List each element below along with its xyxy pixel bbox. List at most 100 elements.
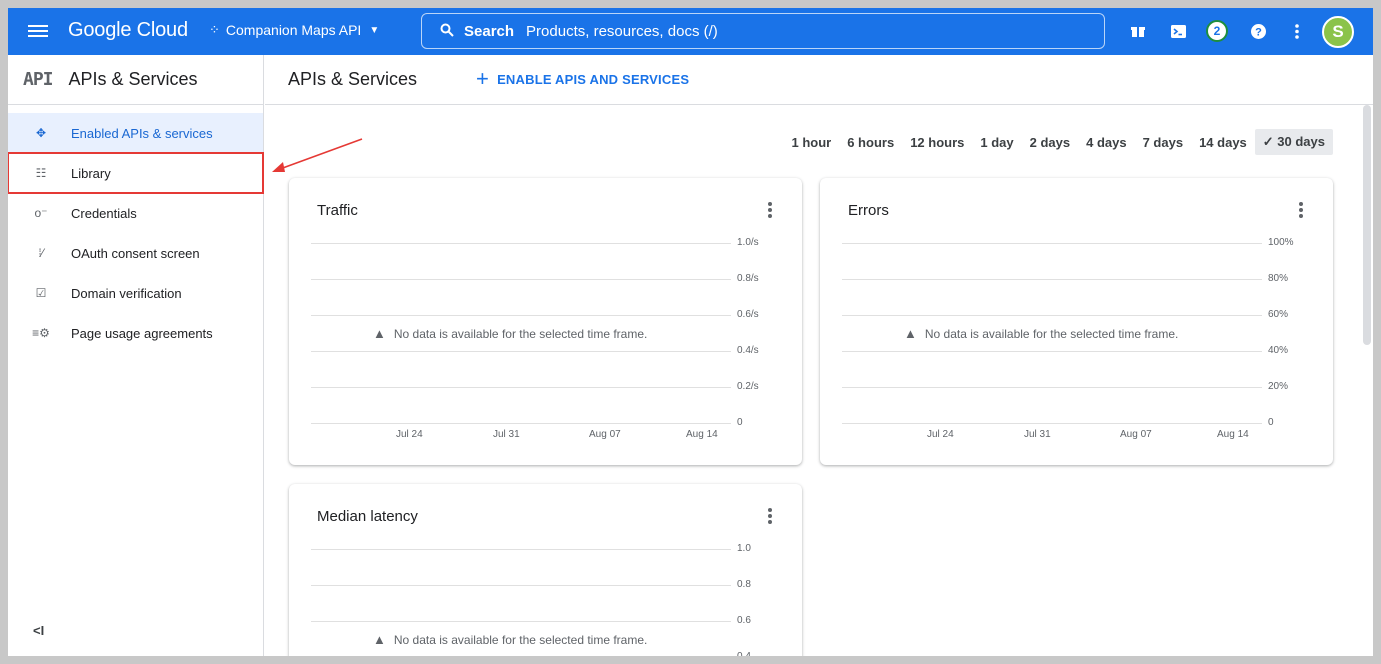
check-icon: ✓ — [1262, 134, 1278, 149]
no-data-message: ▲ No data is available for the selected … — [904, 326, 1178, 341]
sidebar-item-oauth-consent[interactable]: ⁞⁄ OAuth consent screen — [8, 233, 263, 273]
account-avatar[interactable]: S — [1322, 16, 1354, 48]
project-icon: ⁘ — [209, 22, 220, 37]
page-title: APIs & Services — [288, 69, 418, 89]
y-tick-label: 0.4/s — [737, 345, 759, 356]
sidebar-item-label: Page usage agreements — [71, 325, 213, 341]
svg-text:?: ? — [1255, 26, 1262, 38]
time-option-7-days[interactable]: 7 days — [1135, 130, 1191, 155]
sidebar-item-label: Credentials — [71, 205, 137, 221]
grid-line — [311, 621, 731, 622]
menu-icon[interactable] — [28, 22, 48, 40]
sidebar-item-label: OAuth consent screen — [71, 245, 200, 261]
card-title: Traffic — [317, 202, 358, 219]
y-tick-label: 1.0 — [737, 543, 751, 554]
sidebar-item-label: Domain verification — [71, 285, 182, 301]
grid-line — [311, 243, 731, 244]
traffic-card: Traffic ▲ No data is available for the s… — [289, 178, 802, 465]
no-data-message: ▲ No data is available for the selected … — [373, 326, 647, 341]
time-option-2-days[interactable]: 2 days — [1022, 130, 1078, 155]
time-option-14-days[interactable]: 14 days — [1191, 130, 1255, 155]
x-tick-label: Jul 24 — [396, 429, 423, 440]
grid-line — [842, 423, 1262, 424]
no-data-text: No data is available for the selected ti… — [393, 632, 648, 647]
y-tick-label: 0.6 — [737, 615, 751, 626]
sidebar-item-page-usage[interactable]: ≡⚙ Page usage agreements — [8, 313, 263, 353]
grid-line — [311, 315, 731, 316]
enabled-apis-icon: ✥ — [35, 126, 47, 140]
gift-icon[interactable] — [1127, 20, 1149, 42]
google-cloud-logo[interactable]: Google Cloud — [68, 19, 188, 42]
grid-line — [311, 549, 731, 550]
selected-time-label: 30 days — [1277, 134, 1325, 149]
oauth-icon: ⁞⁄ — [38, 246, 44, 260]
main-scrollbar[interactable] — [1363, 105, 1371, 345]
enable-apis-button[interactable]: + ENABLE APIS AND SERVICES — [476, 68, 689, 90]
sidebar-header: API APIs & Services — [8, 55, 263, 105]
grid-line — [311, 423, 731, 424]
cloud-shell-icon[interactable] — [1167, 20, 1189, 42]
no-data-message: ▲ No data is available for the selected … — [373, 632, 647, 647]
more-vert-icon[interactable] — [762, 200, 778, 220]
project-selector[interactable]: ⁘ Companion Maps API ▼ — [209, 22, 379, 38]
y-tick-label: 100% — [1268, 237, 1294, 248]
x-tick-label: Aug 14 — [1217, 429, 1249, 440]
time-option-1-day[interactable]: 1 day — [972, 130, 1021, 155]
grid-line — [842, 279, 1262, 280]
domain-verification-icon: ☑ — [35, 286, 47, 300]
no-data-text: No data is available for the selected ti… — [393, 326, 648, 341]
time-option-30-days[interactable]: ✓ 30 days — [1254, 129, 1333, 155]
more-vert-icon[interactable] — [762, 506, 778, 526]
chevron-down-icon: ▼ — [369, 24, 380, 36]
grid-line — [842, 351, 1262, 352]
search-label: Search — [464, 22, 515, 40]
x-tick-label: Jul 24 — [927, 429, 954, 440]
y-tick-label: 0.8 — [737, 579, 751, 590]
api-logo-icon: API — [23, 69, 53, 90]
sidebar-item-library[interactable]: ☷ Library — [8, 152, 264, 194]
library-icon: ☷ — [35, 166, 47, 180]
app-window: Google Cloud ⁘ Companion Maps API ▼ Sear… — [8, 8, 1373, 656]
x-tick-label: Jul 31 — [1024, 429, 1051, 440]
time-option-1-hour[interactable]: 1 hour — [783, 130, 839, 155]
y-tick-label: 1.0/s — [737, 237, 759, 248]
x-tick-label: Aug 14 — [686, 429, 718, 440]
x-tick-label: Aug 07 — [589, 429, 621, 440]
time-range-selector: 1 hour 6 hours 12 hours 1 day 2 days 4 d… — [783, 129, 1333, 155]
time-option-4-days[interactable]: 4 days — [1078, 130, 1134, 155]
grid-line — [311, 279, 731, 280]
y-tick-label: 40% — [1268, 345, 1289, 356]
key-icon: o⁻ — [34, 206, 48, 220]
y-tick-label: 0.4 — [737, 651, 751, 656]
y-tick-label: 0 — [1268, 417, 1274, 428]
notifications-icon[interactable]: 2 — [1206, 20, 1228, 42]
x-tick-label: Jul 31 — [493, 429, 520, 440]
grid-line — [842, 243, 1262, 244]
search-icon — [440, 23, 454, 40]
sidebar-item-label: Library — [71, 165, 111, 181]
more-vert-icon[interactable] — [1286, 20, 1308, 42]
y-tick-label: 80% — [1268, 273, 1289, 284]
card-title: Median latency — [317, 508, 418, 525]
no-data-text: No data is available for the selected ti… — [924, 326, 1179, 341]
time-option-12-hours[interactable]: 12 hours — [902, 130, 972, 155]
y-tick-label: 0.6/s — [737, 309, 759, 320]
collapse-sidebar-icon[interactable]: <I — [33, 623, 44, 638]
help-icon[interactable]: ? — [1247, 20, 1269, 42]
main-header: APIs & Services + ENABLE APIS AND SERVIC… — [265, 55, 1373, 105]
y-tick-label: 0.2/s — [737, 381, 759, 392]
y-tick-label: 0 — [737, 417, 743, 428]
project-name: Companion Maps API — [225, 22, 362, 38]
time-option-6-hours[interactable]: 6 hours — [839, 130, 902, 155]
sidebar-item-enabled-apis[interactable]: ✥ Enabled APIs & services — [8, 113, 263, 153]
top-bar: Google Cloud ⁘ Companion Maps API ▼ Sear… — [8, 8, 1373, 55]
card-title: Errors — [848, 202, 889, 219]
sidebar-item-domain-verification[interactable]: ☑ Domain verification — [8, 273, 263, 313]
grid-line — [842, 315, 1262, 316]
sidebar-item-credentials[interactable]: o⁻ Credentials — [8, 193, 263, 233]
notification-count-badge: 2 — [1206, 20, 1228, 42]
more-vert-icon[interactable] — [1293, 200, 1309, 220]
search-placeholder: Products, resources, docs (/) — [526, 22, 718, 40]
errors-card: Errors ▲ No data is available for the se… — [820, 178, 1333, 465]
search-input[interactable]: Search Products, resources, docs (/) — [421, 13, 1105, 49]
